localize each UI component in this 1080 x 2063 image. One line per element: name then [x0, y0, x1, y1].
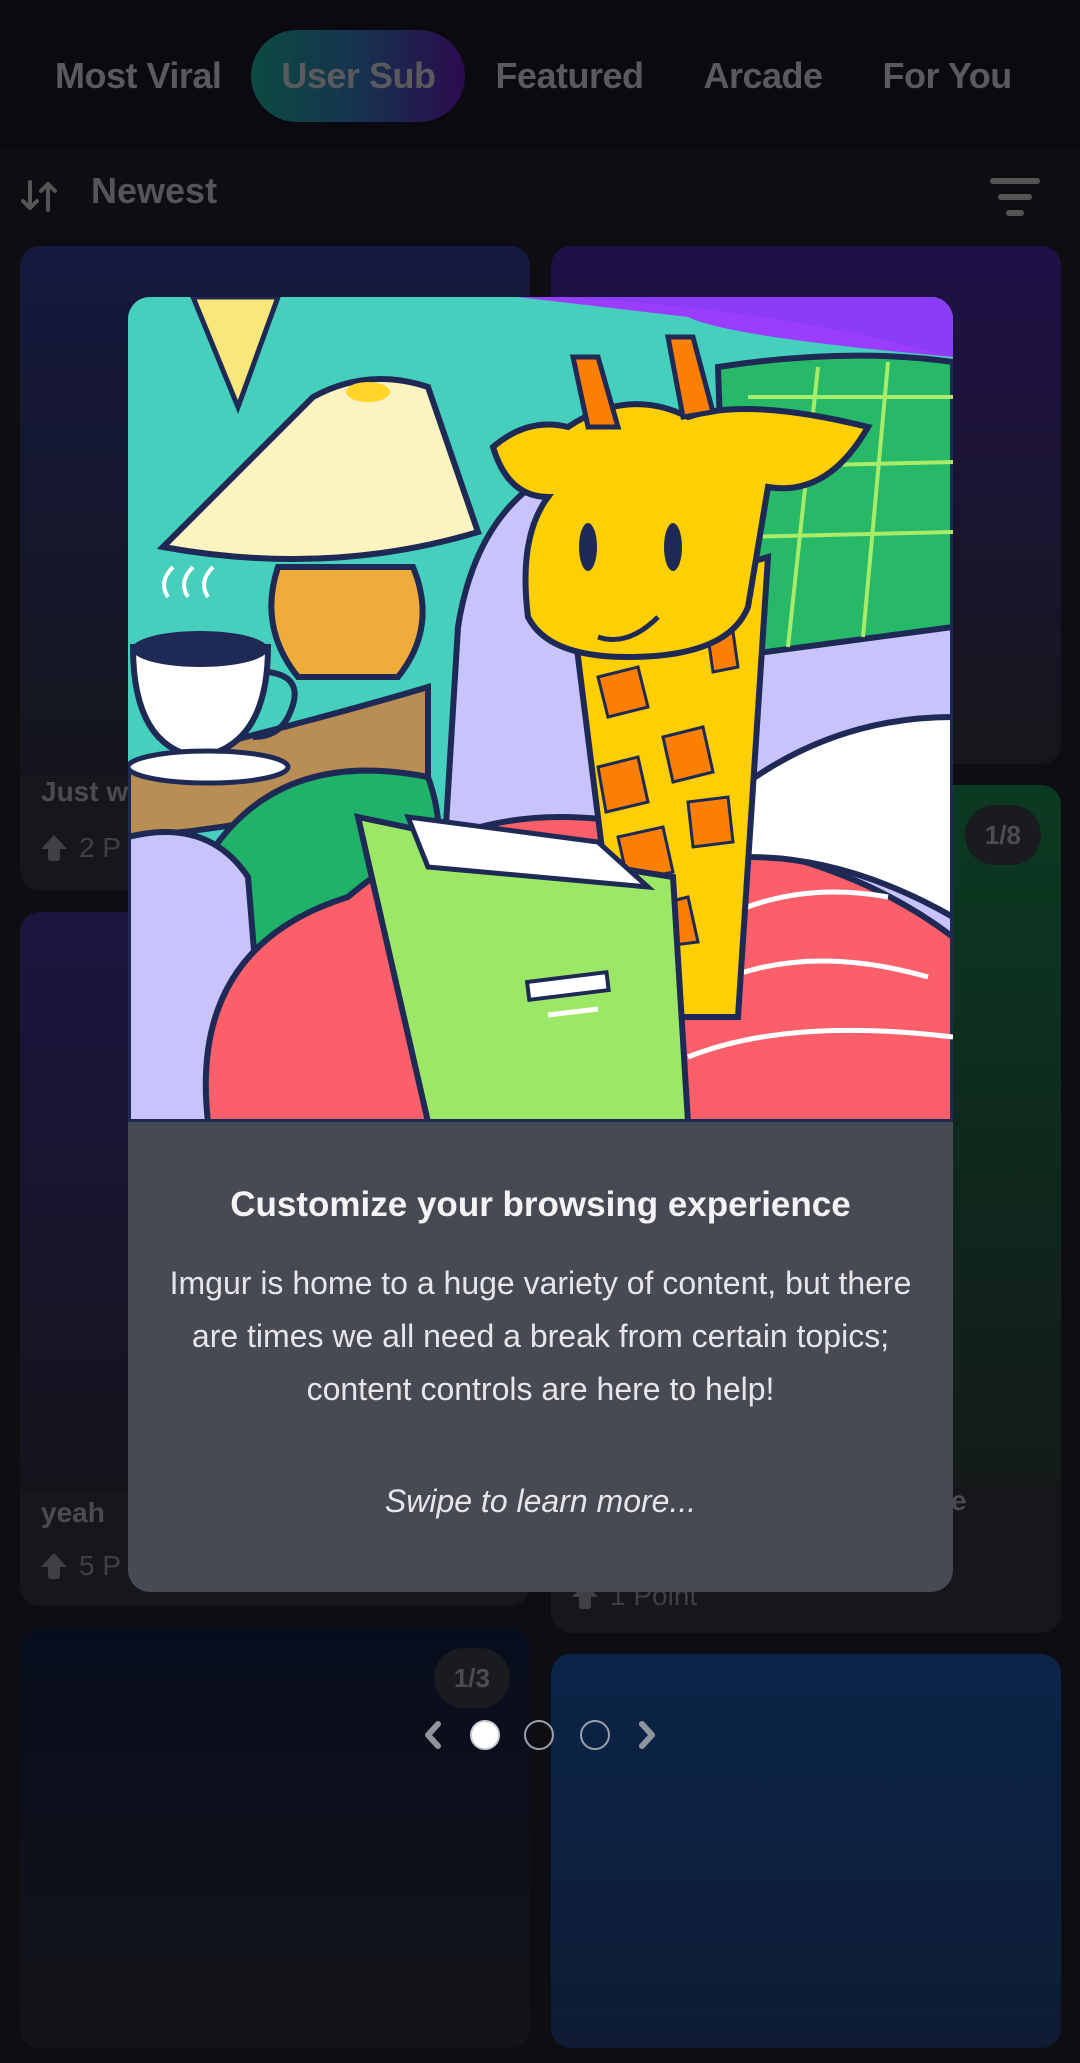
card-title: yeah — [41, 1497, 105, 1528]
pager-dot-1[interactable] — [470, 1720, 500, 1750]
points-value: 5 P — [79, 1550, 122, 1581]
modal-title: Customize your browsing experience — [230, 1185, 851, 1224]
sort-label: Newest — [91, 170, 218, 211]
swipe-hint: Swipe to learn more... — [384, 1483, 697, 1519]
section-tabs: Most Viral User Sub Featured Arcade For … — [0, 30, 1060, 122]
card-points: 5 P — [41, 1550, 121, 1582]
feed-card[interactable]: 1/3 — [20, 1628, 530, 2048]
tab-arcade[interactable]: Arcade — [673, 30, 852, 122]
modal-body-text: Imgur is home to a huge variety of conte… — [169, 1265, 912, 1407]
card-title: Just w — [41, 776, 129, 807]
content-controls-modal[interactable]: Customize your browsing experience Imgur… — [128, 297, 953, 1592]
giraffe-reading-book-illustration — [128, 297, 953, 1122]
image-count-badge: 1/3 — [433, 1648, 510, 1708]
sort-arrows-icon — [21, 180, 57, 212]
filter-icon[interactable] — [990, 178, 1040, 216]
upvote-icon — [41, 1553, 67, 1579]
chevron-right-icon[interactable] — [634, 1718, 660, 1752]
modal-pager — [418, 1710, 668, 1760]
upvote-icon — [41, 835, 67, 861]
tab-most-viral[interactable]: Most Viral — [25, 30, 251, 122]
tab-for-you[interactable]: For You — [853, 30, 1042, 122]
tab-user-sub[interactable]: User Sub — [251, 30, 466, 122]
card-points: 2 P — [41, 832, 121, 864]
tab-featured[interactable]: Featured — [465, 30, 673, 122]
sort-bar[interactable]: Newest — [0, 160, 1080, 230]
card-title: e — [951, 1485, 967, 1516]
image-count-badge: 1/8 — [964, 805, 1041, 865]
chevron-left-icon[interactable] — [420, 1718, 446, 1752]
pager-dot-2[interactable] — [524, 1720, 554, 1750]
points-value: 2 P — [79, 832, 122, 863]
pager-dot-3[interactable] — [580, 1720, 610, 1750]
